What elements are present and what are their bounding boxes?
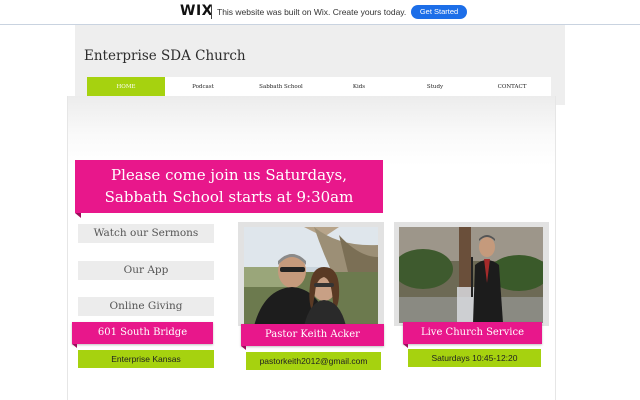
hero-message: Please come join us Saturdays, Sabbath S…	[75, 164, 383, 208]
live-service-photo[interactable]	[399, 227, 543, 323]
wix-banner: WIX This website was built on Wix. Creat…	[0, 0, 640, 25]
address-ribbon-fold	[72, 344, 77, 348]
hero-line-1: Please come join us Saturdays,	[111, 166, 347, 184]
wix-logo[interactable]: WIX	[180, 3, 213, 19]
pastor-photo	[244, 227, 378, 326]
get-started-button[interactable]: Get Started	[411, 5, 467, 19]
wix-divider	[211, 5, 212, 19]
pastor-photo-image	[244, 227, 378, 326]
live-service-image	[399, 227, 543, 323]
live-service-time: Saturdays 10:45-12:20	[408, 349, 541, 367]
hero-banner-fold	[75, 213, 81, 218]
pastor-email[interactable]: pastorkeith2012@gmail.com	[246, 352, 381, 370]
our-app-button[interactable]: Our App	[78, 261, 214, 280]
address-city: Enterprise Kansas	[78, 350, 214, 368]
watch-sermons-button[interactable]: Watch our Sermons	[78, 224, 214, 243]
nav-item-contact[interactable]: CONTACT	[473, 77, 551, 97]
main-nav: HOME Podcast Sabbath School Kids Study C…	[87, 77, 551, 97]
live-service-title[interactable]: Live Church Service	[403, 322, 542, 344]
address-street: 601 South Bridge	[72, 322, 213, 344]
live-ribbon-fold	[403, 344, 408, 348]
wix-banner-message: This website was built on Wix. Create yo…	[217, 7, 407, 17]
nav-item-podcast[interactable]: Podcast	[165, 77, 241, 97]
online-giving-button[interactable]: Online Giving	[78, 297, 214, 316]
pastor-ribbon-fold	[241, 346, 246, 350]
nav-item-study[interactable]: Study	[397, 77, 473, 97]
nav-item-home[interactable]: HOME	[87, 77, 165, 97]
nav-item-sabbath-school[interactable]: Sabbath School	[241, 77, 321, 97]
hero-line-2: Sabbath School starts at 9:30am	[104, 188, 354, 206]
pastor-name: Pastor Keith Acker	[241, 324, 384, 346]
nav-item-kids[interactable]: Kids	[321, 77, 397, 97]
site-title[interactable]: Enterprise SDA Church	[84, 48, 246, 64]
